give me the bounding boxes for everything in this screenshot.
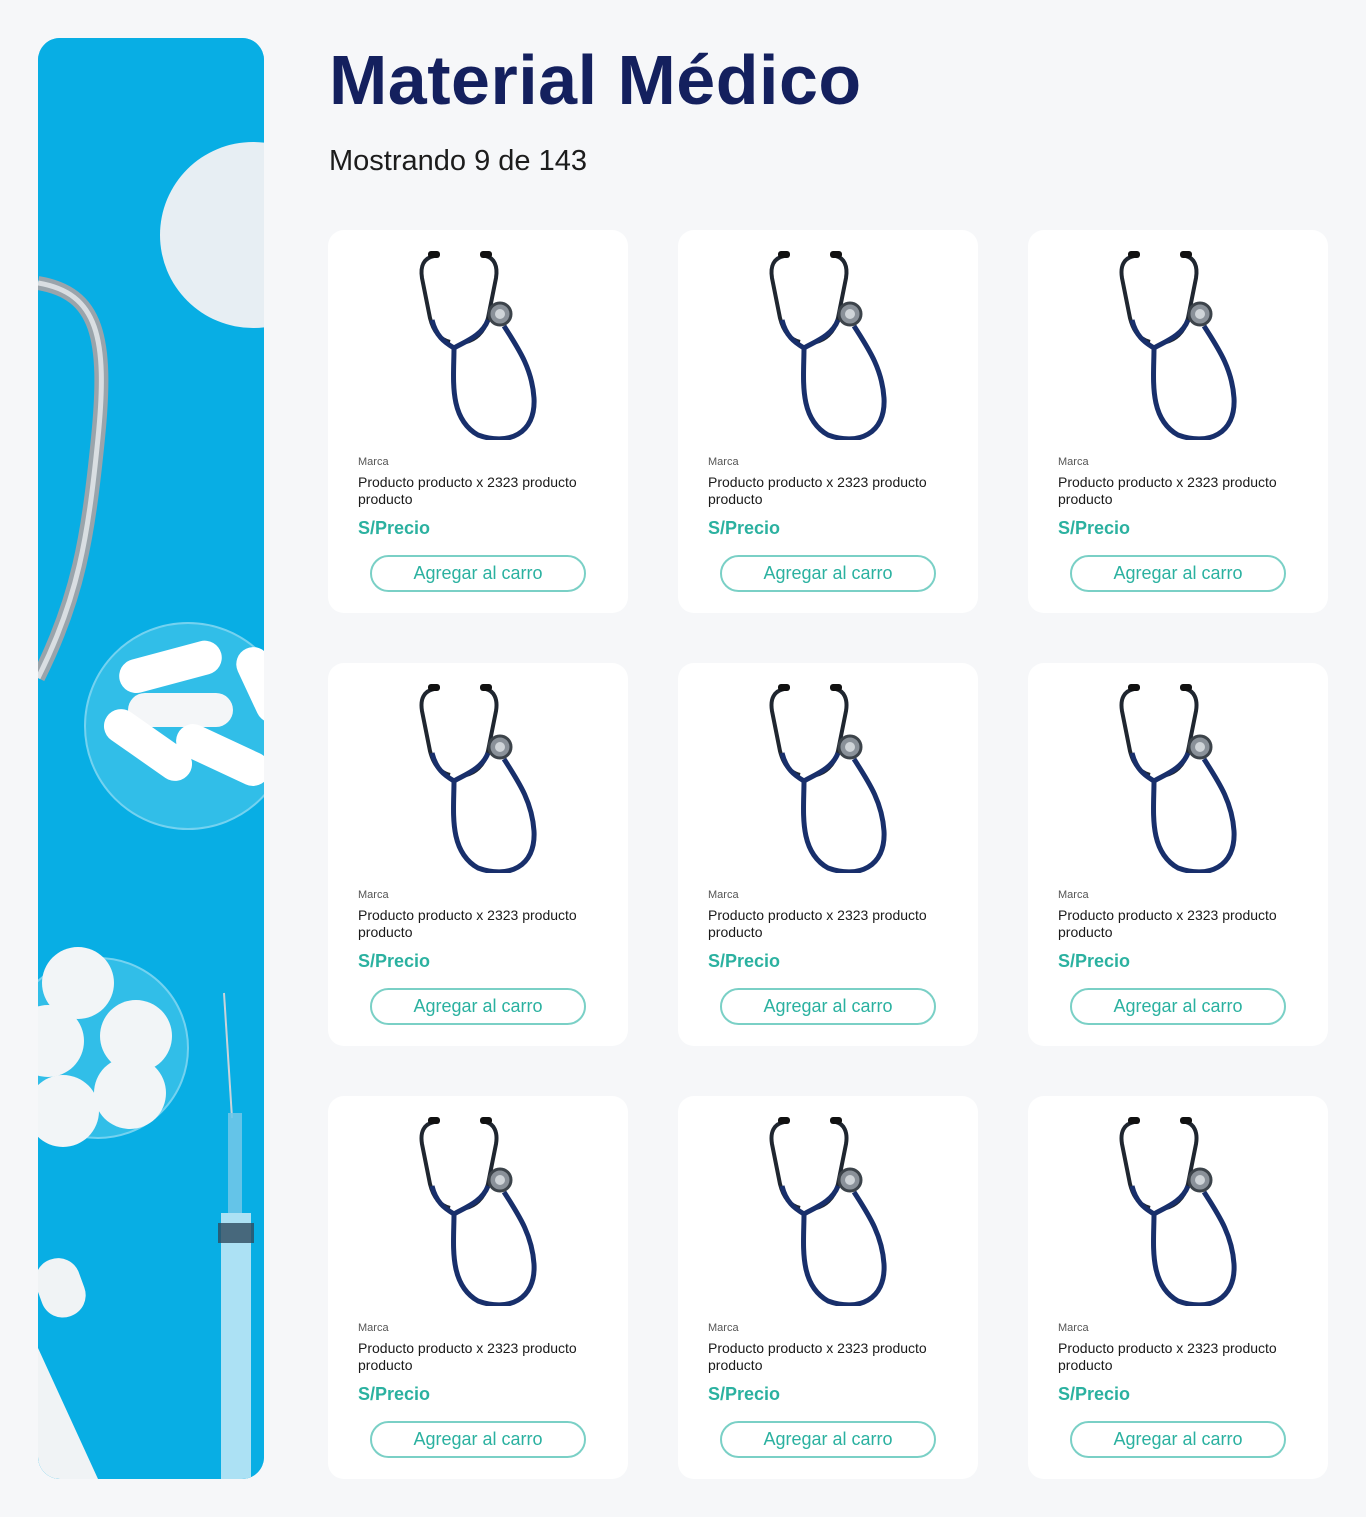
add-to-cart-button[interactable]: Agregar al carro bbox=[370, 555, 586, 592]
product-name[interactable]: Producto producto x 2323 producto produc… bbox=[358, 907, 588, 941]
add-to-cart-button[interactable]: Agregar al carro bbox=[1070, 555, 1286, 592]
product-name[interactable]: Producto producto x 2323 producto produc… bbox=[358, 474, 588, 508]
stethoscope-icon bbox=[769, 251, 887, 440]
product-card[interactable]: Marca Producto producto x 2323 producto … bbox=[678, 1096, 978, 1479]
product-price: S/Precio bbox=[1058, 518, 1131, 538]
category-banner-image bbox=[38, 38, 264, 1479]
add-to-cart-button[interactable]: Agregar al carro bbox=[370, 988, 586, 1025]
product-brand: Marca bbox=[1058, 456, 1089, 468]
add-to-cart-button[interactable]: Agregar al carro bbox=[370, 1421, 586, 1458]
product-price: S/Precio bbox=[708, 951, 781, 971]
product-brand: Marca bbox=[708, 889, 739, 901]
add-to-cart-button[interactable]: Agregar al carro bbox=[1070, 988, 1286, 1025]
product-card[interactable]: Marca Producto producto x 2323 producto … bbox=[1028, 663, 1328, 1046]
results-count: Mostrando 9 de 143 bbox=[329, 145, 587, 177]
product-grid: Marca Producto producto x 2323 producto … bbox=[328, 230, 1328, 1479]
stethoscope-icon bbox=[1119, 684, 1237, 873]
product-price: S/Precio bbox=[358, 518, 431, 538]
product-brand: Marca bbox=[358, 889, 389, 901]
product-brand: Marca bbox=[358, 1322, 389, 1334]
product-brand: Marca bbox=[708, 456, 739, 468]
stethoscope-icon bbox=[1119, 251, 1237, 440]
product-brand: Marca bbox=[708, 1322, 739, 1334]
product-price: S/Precio bbox=[708, 1384, 781, 1404]
product-price: S/Precio bbox=[1058, 951, 1131, 971]
product-name[interactable]: Producto producto x 2323 producto produc… bbox=[708, 474, 938, 508]
product-brand: Marca bbox=[1058, 889, 1089, 901]
product-name[interactable]: Producto producto x 2323 producto produc… bbox=[708, 907, 938, 941]
product-name[interactable]: Producto producto x 2323 producto produc… bbox=[1058, 907, 1288, 941]
add-to-cart-button[interactable]: Agregar al carro bbox=[720, 1421, 936, 1458]
add-to-cart-button[interactable]: Agregar al carro bbox=[720, 555, 936, 592]
product-price: S/Precio bbox=[358, 951, 431, 971]
stethoscope-icon bbox=[769, 684, 887, 873]
page-title: Material Médico bbox=[329, 41, 862, 119]
stethoscope-icon bbox=[769, 1117, 887, 1306]
stethoscope-icon bbox=[419, 251, 537, 440]
stethoscope-icon bbox=[419, 1117, 537, 1306]
product-price: S/Precio bbox=[708, 518, 781, 538]
product-card[interactable]: Marca Producto producto x 2323 producto … bbox=[678, 230, 978, 613]
product-name[interactable]: Producto producto x 2323 producto produc… bbox=[1058, 474, 1288, 508]
product-name[interactable]: Producto producto x 2323 producto produc… bbox=[708, 1340, 938, 1374]
stethoscope-icon bbox=[1119, 1117, 1237, 1306]
product-price: S/Precio bbox=[1058, 1384, 1131, 1404]
stethoscope-icon bbox=[419, 684, 537, 873]
product-brand: Marca bbox=[1058, 1322, 1089, 1334]
product-name[interactable]: Producto producto x 2323 producto produc… bbox=[358, 1340, 588, 1374]
product-card[interactable]: Marca Producto producto x 2323 producto … bbox=[328, 230, 628, 613]
product-price: S/Precio bbox=[358, 1384, 431, 1404]
product-card[interactable]: Marca Producto producto x 2323 producto … bbox=[328, 663, 628, 1046]
product-name[interactable]: Producto producto x 2323 producto produc… bbox=[1058, 1340, 1288, 1374]
product-brand: Marca bbox=[358, 456, 389, 468]
add-to-cart-button[interactable]: Agregar al carro bbox=[1070, 1421, 1286, 1458]
product-card[interactable]: Marca Producto producto x 2323 producto … bbox=[1028, 230, 1328, 613]
product-card[interactable]: Marca Producto producto x 2323 producto … bbox=[1028, 1096, 1328, 1479]
add-to-cart-button[interactable]: Agregar al carro bbox=[720, 988, 936, 1025]
product-card[interactable]: Marca Producto producto x 2323 producto … bbox=[328, 1096, 628, 1479]
product-card[interactable]: Marca Producto producto x 2323 producto … bbox=[678, 663, 978, 1046]
